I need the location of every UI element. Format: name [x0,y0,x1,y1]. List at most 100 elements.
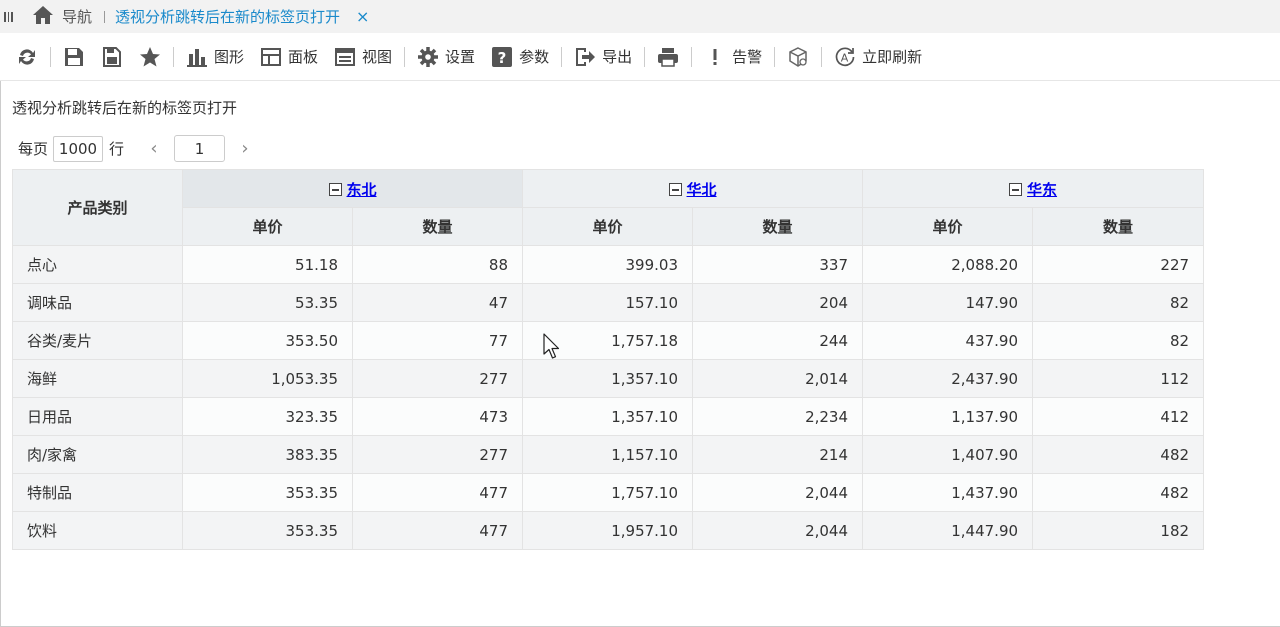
svg-text:A: A [841,51,849,64]
quantity-cell: 214 [692,435,864,474]
rows-label: 行 [109,140,125,158]
quantity-cell: 82 [1032,321,1205,360]
save-as-icon [101,46,123,68]
region-link[interactable]: 华北 [687,179,717,200]
home-icon [32,5,54,29]
export-button-label: 导出 [602,48,633,66]
row-category-cell: 日用品 [12,397,183,436]
unit-price-cell: 2,437.90 [862,359,1034,398]
unit-price-cell: 1,757.10 [522,473,694,512]
unit-price-cell: 2,088.20 [862,245,1034,284]
quantity-cell: 337 [692,245,864,284]
quantity-cell: 182 [1032,511,1205,550]
unit-price-cell: 1,157.10 [522,435,694,474]
alert-button[interactable]: 告警 [696,42,770,72]
quantity-cell: 473 [351,397,524,436]
quantity-cell: 88 [351,245,524,284]
collapse-icon[interactable] [328,183,342,197]
svg-text:?: ? [498,49,507,67]
toolbar-divider [774,46,776,67]
save-button[interactable] [55,42,93,72]
quantity-cell: 2,014 [692,359,864,398]
region-header-huabei: 华北 [522,169,864,208]
region-link[interactable]: 华东 [1027,179,1057,200]
export-icon [574,46,596,68]
table-row: 谷类/麦片 353.50 77 1,757.18 244 437.90 82 [12,321,1205,360]
unit-price-cell: 323.35 [182,397,353,436]
table-row: 日用品 323.35 473 1,357.10 2,234 1,137.90 412 [12,397,1205,436]
toolbar-divider [404,46,406,67]
mouse-cursor [543,333,561,361]
unit-price-cell: 1,137.90 [862,397,1034,436]
tab-active[interactable]: 透视分析跳转后在新的标签页打开 × [115,0,369,33]
params-button[interactable]: ? 参数 [483,42,557,72]
unit-price-cell: 157.10 [522,283,694,322]
print-button[interactable] [649,42,687,72]
view-icon [334,46,356,68]
unit-price-cell: 53.35 [182,283,353,322]
quantity-cell: 244 [692,321,864,360]
quantity-cell: 277 [351,435,524,474]
page-number-input[interactable] [174,135,226,162]
collapse-icon[interactable] [668,183,682,197]
row-category-cell: 海鲜 [12,359,183,398]
unit-price-cell: 147.90 [862,283,1034,322]
cube-icon [787,46,809,68]
quantity-cell: 2,044 [692,473,864,512]
quantity-cell: 482 [1032,435,1205,474]
panel-button[interactable]: 面板 [252,42,326,72]
collapse-icon[interactable] [1009,183,1023,197]
measure-header: 单价 [862,207,1034,246]
close-icon[interactable]: × [356,7,369,26]
region-header-dongbei: 东北 [181,169,524,208]
export-button[interactable]: 导出 [566,42,640,72]
auto-refresh-icon: A [834,46,856,68]
measure-header: 单价 [182,207,353,246]
quantity-cell: 2,044 [692,511,864,550]
settings-button[interactable]: 设置 [409,42,483,72]
favorite-button[interactable] [131,42,169,72]
favorite-icon [139,46,161,68]
panel-button-label: 面板 [288,48,319,66]
cube-button[interactable] [779,42,817,72]
row-category-cell: 特制品 [12,473,183,512]
toolbar-divider [821,46,823,67]
refresh-button[interactable] [8,42,46,72]
region-header-huadong: 华东 [862,169,1205,208]
table-row: 特制品 353.35 477 1,757.10 2,044 1,437.90 482 [12,473,1205,512]
toolbar-divider [691,46,693,67]
measure-header: 单价 [522,207,694,246]
table-row: 肉/家禽 383.35 277 1,157.10 214 1,407.90 482 [12,435,1205,474]
table-row: 调味品 53.35 47 157.10 204 147.90 82 [12,283,1205,322]
measure-header: 数量 [1032,207,1205,246]
view-button[interactable]: 视图 [326,42,400,72]
gear-icon [417,46,439,68]
unit-price-cell: 1,357.10 [522,397,694,436]
chevron-right-icon[interactable]: › [235,138,255,159]
quantity-cell: 412 [1032,397,1205,436]
region-link[interactable]: 东北 [347,179,377,200]
settings-button-label: 设置 [445,48,476,66]
table-row: 海鲜 1,053.35 277 1,357.10 2,014 2,437.90 112 [12,359,1205,398]
quantity-cell: 47 [351,283,524,322]
quantity-cell: 477 [351,511,524,550]
save-as-button[interactable] [93,42,131,72]
chevron-left-icon[interactable]: ‹ [144,138,164,159]
toolbar-divider [173,46,174,67]
chart-button[interactable]: 图形 [178,42,252,72]
quantity-cell: 477 [351,473,524,512]
pivot-body: 点心 51.18 88 399.03 337 2,088.20 227 调味品 53.35 47 1… [12,245,1205,550]
toolbar-divider [644,46,646,67]
report-title: 透视分析跳转后在新的标签页打开 [12,99,238,117]
unit-price-cell: 1,957.10 [522,511,694,550]
unit-price-cell: 437.90 [862,321,1034,360]
page-size-input[interactable] [53,135,104,162]
refresh-now-button[interactable]: A 立即刷新 [826,42,930,72]
tab-home[interactable]: 导航 [18,0,100,33]
row-category-cell: 谷类/麦片 [12,321,183,360]
tab-menu-grip[interactable] [0,0,18,33]
tab-divider [104,10,106,23]
chart-button-label: 图形 [214,48,245,66]
tab-bar: 导航 透视分析跳转后在新的标签页打开 × [0,0,1280,33]
unit-price-cell: 1,447.90 [862,511,1034,550]
